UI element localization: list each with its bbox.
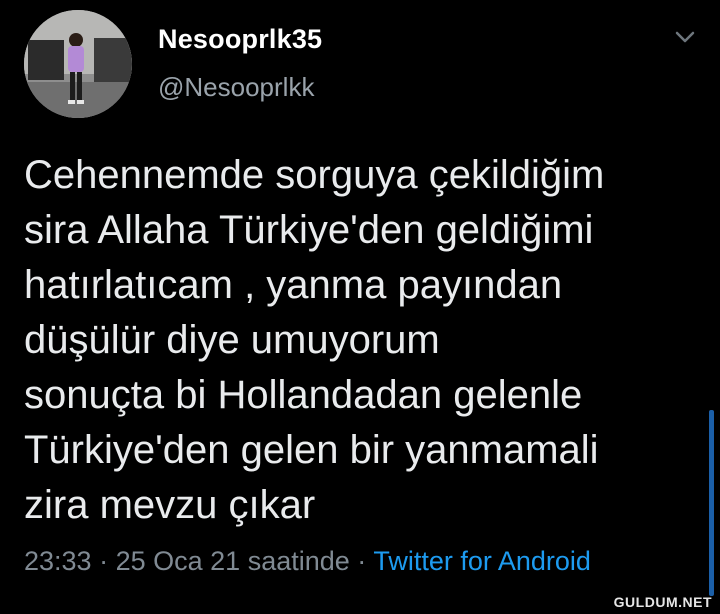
meta-separator: · [99,546,109,576]
tweet-text-line: sonuçta bi Hollandadan gelenle [24,373,583,417]
meta-separator: · [357,546,367,576]
user-handle[interactable]: @Nesooprlkk [158,72,314,103]
tweet-time[interactable]: 23:33 [24,546,92,576]
tweet-source-link[interactable]: Twitter for Android [373,546,591,576]
avatar-photo [24,10,132,118]
tweet-text-line: sira Allaha Türkiye'den geldiğimi [24,208,594,252]
scrollbar[interactable] [709,410,714,596]
chevron-down-icon[interactable] [670,24,700,50]
watermark: GULDUM.NET [613,594,712,610]
tweet-text-line: hatırlatıcam , yanma payından [24,263,563,307]
avatar[interactable] [24,10,132,118]
tweet-text-line: zira mevzu çıkar [24,483,316,527]
tweet-text-line: Cehennemde sorguya çekildiğim [24,153,605,197]
tweet-text: Cehennemde sorguya çekildiğim sira Allah… [24,148,694,533]
display-name[interactable]: Nesooprlk35 [158,24,322,55]
tweet-meta: 23:33 · 25 Oca 21 saatinde · Twitter for… [24,546,591,577]
tweet-text-line: düşülür diye umuyorum [24,318,440,362]
tweet-date[interactable]: 25 Oca 21 saatinde [116,546,350,576]
tweet-card: Nesooprlk35 @Nesooprlkk Cehennemde sorgu… [0,0,720,614]
tweet-text-line: Türkiye'den gelen bir yanmamali [24,428,599,472]
